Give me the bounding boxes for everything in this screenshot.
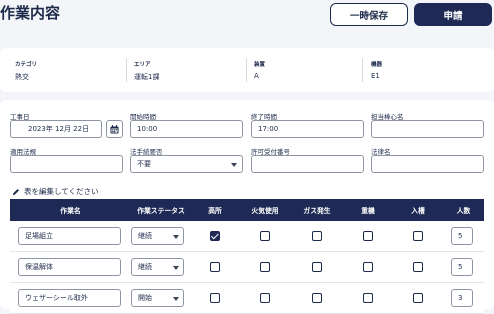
calendar-icon bbox=[110, 124, 119, 133]
divider bbox=[246, 58, 247, 82]
info-label: 機器 bbox=[371, 62, 383, 68]
fire-checkbox[interactable] bbox=[260, 231, 270, 241]
divider bbox=[362, 58, 363, 82]
manager-input[interactable] bbox=[371, 120, 484, 138]
col-work-name: 作業名 bbox=[60, 207, 81, 215]
headcount-input[interactable]: 5 bbox=[451, 258, 473, 276]
col-headcount: 人数 bbox=[456, 207, 471, 215]
info-value: A bbox=[254, 72, 259, 80]
info-value: 熱交 bbox=[15, 73, 29, 81]
work-status-value: 継続 bbox=[138, 263, 152, 271]
divider bbox=[126, 58, 127, 82]
work-date-input[interactable]: 2023年 12月 22日 bbox=[10, 120, 102, 138]
page-header: 作業内容 一時保存 申請 bbox=[0, 0, 494, 40]
edit-hint: 表を編集してください bbox=[12, 186, 99, 197]
calendar-button[interactable] bbox=[106, 120, 123, 138]
info-equipment: 機器 E1 bbox=[371, 60, 382, 80]
edit-hint-text: 表を編集してください bbox=[24, 187, 99, 196]
start-time-input[interactable]: 10:00 bbox=[130, 120, 243, 138]
work-status-value: 開始 bbox=[138, 294, 152, 302]
procedure-required-value: 不要 bbox=[137, 160, 151, 168]
table-row: ウェザーシール取外 開始 3 bbox=[10, 283, 484, 314]
work-status-select[interactable]: 継続 bbox=[131, 258, 184, 276]
temp-save-button[interactable]: 一時保存 bbox=[330, 3, 408, 26]
heavy-machine-checkbox[interactable] bbox=[363, 293, 373, 303]
col-tank-entry: 入槽 bbox=[411, 207, 425, 215]
tank-entry-checkbox[interactable] bbox=[413, 293, 423, 303]
fire-checkbox[interactable] bbox=[260, 293, 270, 303]
gas-checkbox[interactable] bbox=[312, 262, 322, 272]
height-checkbox[interactable] bbox=[210, 231, 220, 241]
col-fire: 火気使用 bbox=[251, 207, 279, 215]
heavy-machine-checkbox[interactable] bbox=[363, 231, 373, 241]
headcount-input[interactable]: 3 bbox=[451, 289, 473, 307]
info-value: 運転1課 bbox=[134, 73, 160, 81]
permit-number-input[interactable] bbox=[251, 155, 364, 173]
info-category: カテゴリ 熱交 bbox=[15, 60, 37, 82]
gas-checkbox[interactable] bbox=[312, 293, 322, 303]
chevron-down-icon bbox=[173, 266, 179, 270]
info-area: エリア 運転1課 bbox=[134, 60, 159, 82]
gas-checkbox[interactable] bbox=[312, 231, 322, 241]
headcount-input[interactable]: 5 bbox=[451, 227, 473, 245]
col-gas: ガス発生 bbox=[303, 207, 331, 215]
table-row: 保温解体 継続 5 bbox=[10, 252, 484, 283]
work-name-input[interactable]: 保温解体 bbox=[18, 258, 121, 276]
chevron-down-icon bbox=[173, 235, 179, 239]
submit-button[interactable]: 申請 bbox=[414, 3, 492, 26]
height-checkbox[interactable] bbox=[210, 293, 220, 303]
work-status-select[interactable]: 開始 bbox=[131, 289, 184, 307]
equipment-info-card: カテゴリ 熱交 エリア 運転1課 装置 A 機器 E1 bbox=[0, 48, 494, 92]
info-label: エリア bbox=[134, 62, 151, 68]
pencil-icon bbox=[13, 188, 19, 195]
height-checkbox[interactable] bbox=[210, 262, 220, 272]
info-value: E1 bbox=[371, 72, 380, 80]
work-status-select[interactable]: 継続 bbox=[131, 227, 184, 245]
col-height: 高所 bbox=[208, 207, 222, 215]
chevron-down-icon bbox=[231, 163, 237, 167]
info-label: 装置 bbox=[254, 62, 266, 68]
work-name-input[interactable]: ウェザーシール取外 bbox=[18, 289, 121, 307]
table-row: 足場組立 継続 5 bbox=[10, 221, 484, 252]
heavy-machine-checkbox[interactable] bbox=[363, 262, 373, 272]
work-status-value: 継続 bbox=[138, 232, 152, 240]
col-heavy-machine: 重機 bbox=[361, 207, 375, 215]
chevron-down-icon bbox=[173, 297, 179, 301]
tank-entry-checkbox[interactable] bbox=[413, 262, 423, 272]
table-header: 作業名 作業ステータス 高所 火気使用 ガス発生 重機 入槽 人数 bbox=[10, 199, 484, 221]
applicable-law-input[interactable] bbox=[10, 155, 123, 173]
info-unit: 装置 A bbox=[254, 60, 265, 80]
end-time-input[interactable]: 17:00 bbox=[251, 120, 364, 138]
work-name-input[interactable]: 足場組立 bbox=[18, 227, 121, 245]
page-title: 作業内容 bbox=[0, 4, 61, 22]
fire-checkbox[interactable] bbox=[260, 262, 270, 272]
procedure-required-select[interactable]: 不要 bbox=[130, 155, 243, 173]
tank-entry-checkbox[interactable] bbox=[413, 231, 423, 241]
law-name-input[interactable] bbox=[371, 155, 484, 173]
col-work-status: 作業ステータス bbox=[137, 207, 185, 215]
info-label: カテゴリ bbox=[15, 62, 38, 68]
